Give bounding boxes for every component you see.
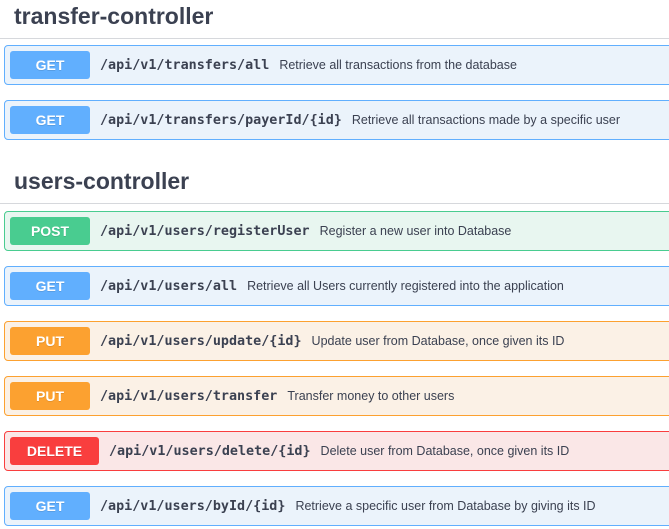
operation-delete-users-delete[interactable]: DELETE /api/v1/users/delete/{id} Delete … — [4, 431, 669, 471]
operation-path: /api/v1/users/delete/{id} — [109, 443, 311, 459]
operation-put-users-update[interactable]: PUT /api/v1/users/update/{id} Update use… — [4, 321, 669, 361]
method-badge: GET — [10, 51, 90, 79]
operation-put-users-transfer[interactable]: PUT /api/v1/users/transfer Transfer mone… — [4, 376, 669, 416]
operation-summary: Retrieve all transactions from the datab… — [279, 58, 517, 72]
operation-summary: Transfer money to other users — [287, 389, 455, 403]
method-badge: GET — [10, 272, 90, 300]
operation-summary: Update user from Database, once given it… — [311, 334, 565, 348]
section-title-transfer-controller[interactable]: transfer-controller — [14, 2, 213, 30]
operation-path: /api/v1/transfers/payerId/{id} — [100, 112, 342, 128]
operation-summary: Retrieve a specific user from Database b… — [295, 499, 596, 513]
method-badge: GET — [10, 492, 90, 520]
method-badge: GET — [10, 106, 90, 134]
method-badge: POST — [10, 217, 90, 245]
operation-path: /api/v1/users/byId/{id} — [100, 498, 286, 514]
method-badge: DELETE — [10, 437, 99, 465]
operation-path: /api/v1/users/update/{id} — [100, 333, 302, 349]
section-divider — [0, 203, 669, 204]
operation-summary: Delete user from Database, once given it… — [320, 444, 570, 458]
operation-get-transfers-payer-id[interactable]: GET /api/v1/transfers/payerId/{id} Retri… — [4, 100, 669, 140]
operation-get-users-by-id[interactable]: GET /api/v1/users/byId/{id} Retrieve a s… — [4, 486, 669, 526]
operation-path: /api/v1/transfers/all — [100, 57, 270, 73]
operation-summary: Register a new user into Database — [319, 224, 512, 238]
operation-get-users-all[interactable]: GET /api/v1/users/all Retrieve all Users… — [4, 266, 669, 306]
operation-summary: Retrieve all Users currently registered … — [247, 279, 564, 293]
operation-path: /api/v1/users/all — [100, 278, 238, 294]
operation-get-transfers-all[interactable]: GET /api/v1/transfers/all Retrieve all t… — [4, 45, 669, 85]
method-badge: PUT — [10, 382, 90, 410]
operation-path: /api/v1/users/transfer — [100, 388, 278, 404]
section-title-users-controller[interactable]: users-controller — [14, 167, 189, 195]
section-divider — [0, 38, 669, 39]
method-badge: PUT — [10, 327, 90, 355]
operation-post-users-register[interactable]: POST /api/v1/users/registerUser Register… — [4, 211, 669, 251]
operation-summary: Retrieve all transactions made by a spec… — [351, 113, 621, 127]
operation-path: /api/v1/users/registerUser — [100, 223, 310, 239]
